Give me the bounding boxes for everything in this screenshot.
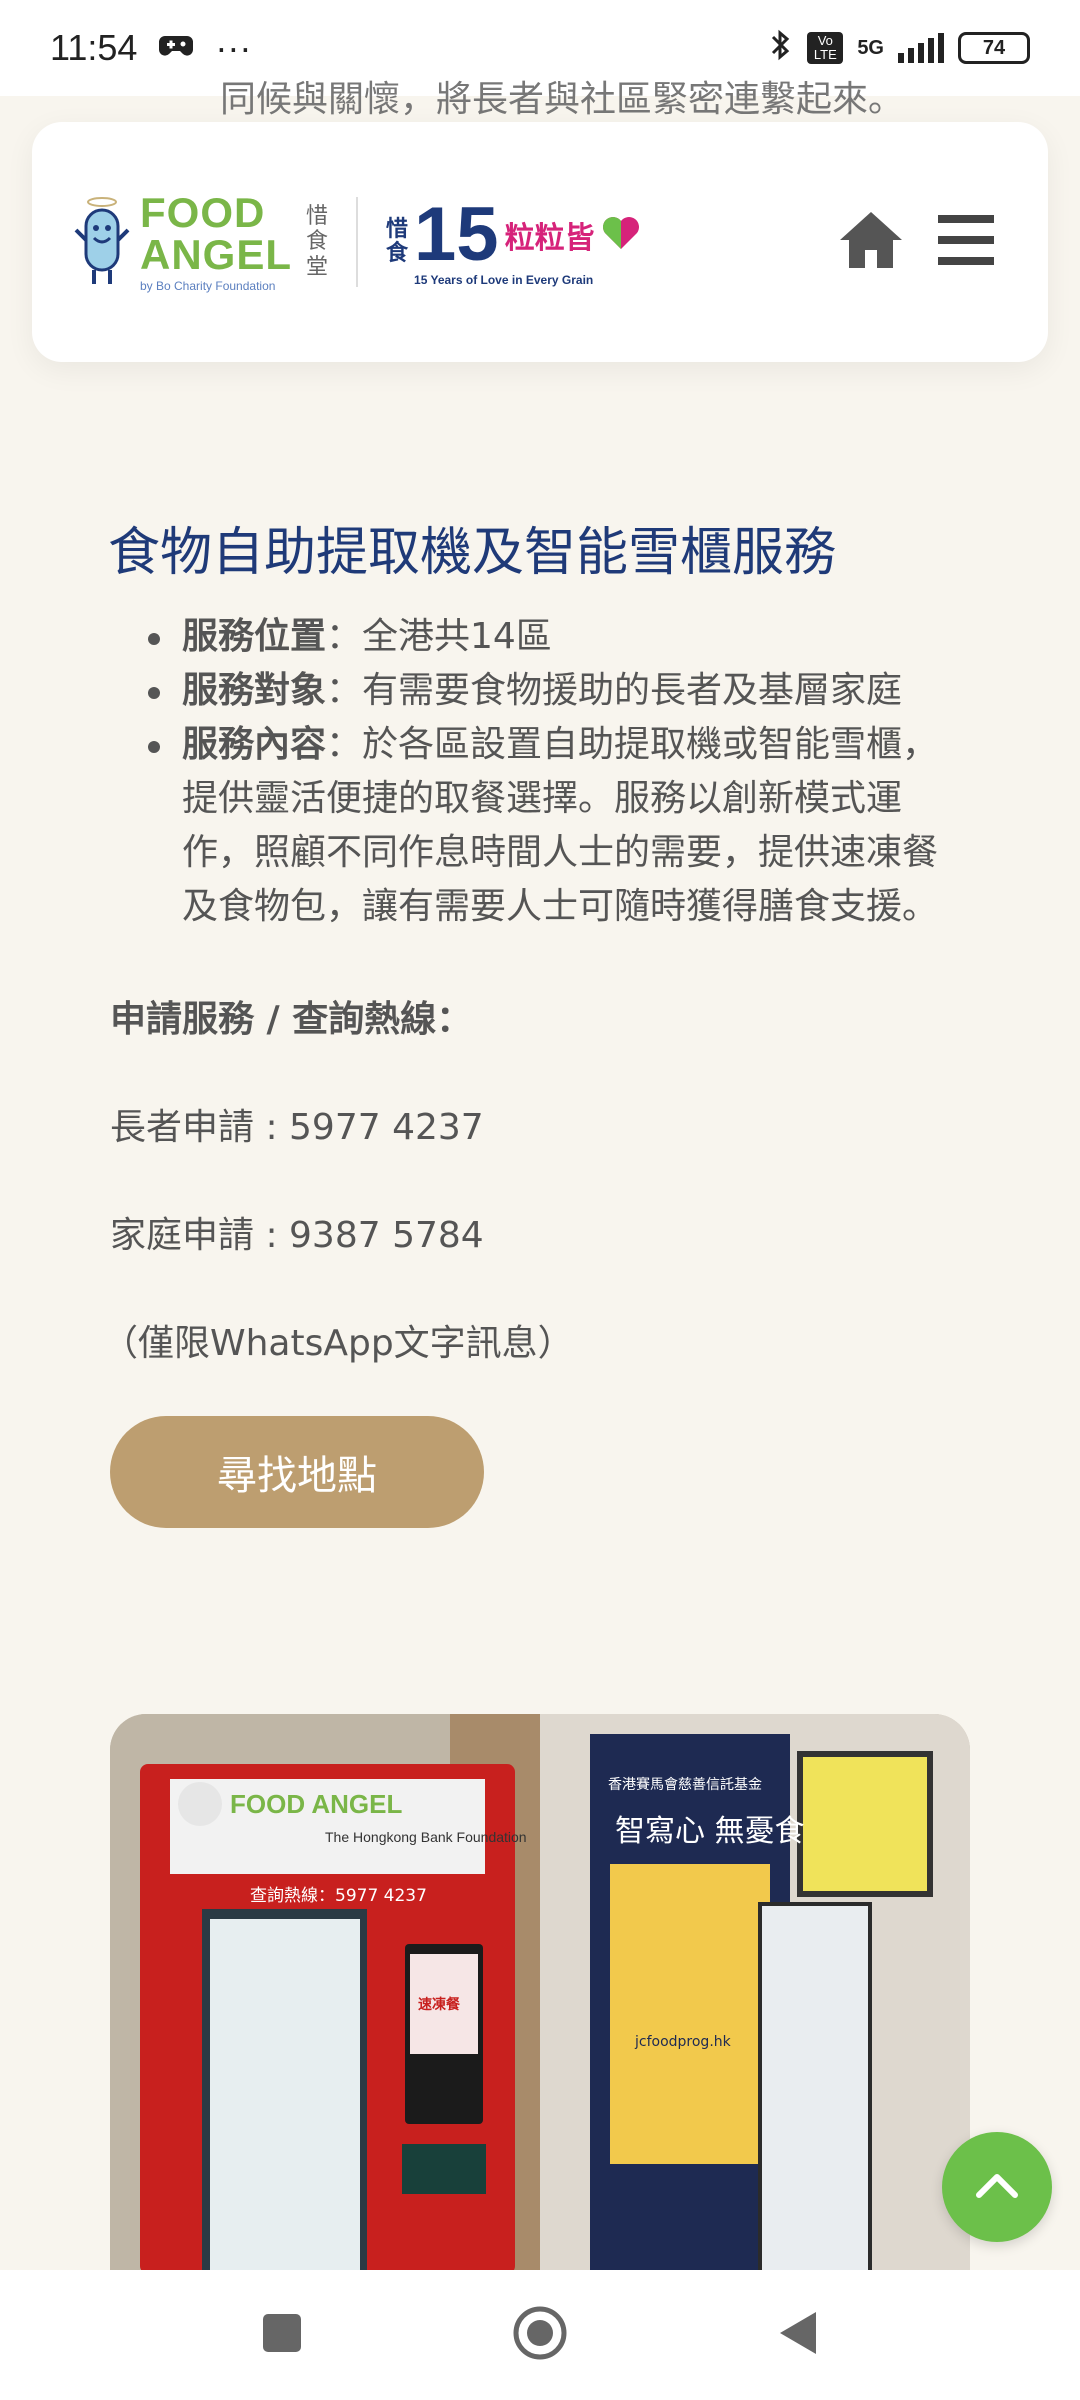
kiosk-title: 智寫心 無憂食 <box>615 1814 805 1849</box>
game-controller-icon <box>159 27 194 69</box>
hotline-title: 申請服務 / 查詢熱線： <box>110 998 473 1040</box>
battery-icon: 74 <box>958 32 1030 64</box>
anniversary-logo: 惜 食 15 粒粒皆 15 Years of Love in Every Gra… <box>386 197 641 287</box>
machine-screen: 速凍餐 <box>418 1997 460 2013</box>
info-list: 服務位置：全港共14區 服務對象：有需要食物援助的長者及基層家庭 服務內容：於各… <box>148 610 970 934</box>
find-location-button[interactable]: 尋找地點 <box>110 1415 484 1528</box>
menu-icon[interactable] <box>938 215 994 269</box>
network-type: 5G <box>857 37 884 59</box>
brand-cn: 惜 食 堂 <box>306 204 329 280</box>
food-angel-logo[interactable]: FOOD ANGEL by Bo Charity Foundation 惜 食 … <box>72 192 328 292</box>
kiosk-heading: 香港賽馬會慈善信託基金 <box>608 1777 762 1793</box>
system-nav-bar <box>0 2270 1080 2400</box>
home-icon[interactable] <box>838 210 904 274</box>
list-item-location: 服務位置：全港共14區 <box>148 610 970 664</box>
home-nav-icon[interactable] <box>512 2305 568 2365</box>
anniversary-words: 粒粒皆 <box>504 221 595 256</box>
elderly-hotline[interactable]: 長者申請 : 5977 4237 <box>110 1098 970 1150</box>
battery-level: 74 <box>982 36 1006 59</box>
machines-photo: FOOD ANGEL The Hongkong Bank Foundation … <box>110 1714 970 2274</box>
page-title: 食物自助提取機及智能雪櫃服務 <box>108 523 837 583</box>
machine-logo: FOOD ANGEL <box>230 1789 403 1819</box>
main-content: 食物自助提取機及智能雪櫃服務 服務位置：全港共14區 服務對象：有需要食物援助的… <box>102 520 970 1528</box>
status-time: 11:54 <box>50 27 138 68</box>
recent-apps-icon[interactable] <box>262 2313 302 2357</box>
anniversary-number: 15 <box>414 192 499 277</box>
brand-angel: ANGEL <box>140 231 292 278</box>
scrolled-text: 同候與關懷，將長者與社區緊密連繫起來。 <box>220 79 905 120</box>
bluetooth-icon <box>769 27 793 70</box>
family-hotline[interactable]: 家庭申請 : 9387 5784 <box>110 1206 970 1258</box>
signal-icon <box>898 33 944 63</box>
brand-food: FOOD <box>140 189 266 236</box>
list-item-target: 服務對象：有需要食物援助的長者及基層家庭 <box>148 664 970 718</box>
site-header: FOOD ANGEL by Bo Charity Foundation 惜 食 … <box>32 122 1048 362</box>
volte-icon: Vo LTE <box>807 31 844 65</box>
angel-mascot-icon <box>72 192 132 292</box>
kiosk-site: jcfoodprog.hk <box>635 2034 731 2050</box>
list-item-content: 服務內容：於各區設置自助提取機或智能雪櫃，提供靈活便捷的取餐選擇。服務以創新模式… <box>148 718 970 934</box>
brand-sub: by Bo Charity Foundation <box>140 279 276 293</box>
scroll-top-button[interactable] <box>942 2132 1052 2242</box>
more-notifications: ··· <box>215 27 252 68</box>
back-icon[interactable] <box>778 2310 818 2360</box>
logo-divider <box>356 197 359 287</box>
machine-hotline: 查詢熱線：5977 4237 <box>250 1886 427 1906</box>
anniversary-sub: 15 Years of Love in Every Grain <box>414 273 594 287</box>
chevron-up-icon <box>975 2171 1019 2203</box>
whatsapp-note: （僅限WhatsApp文字訊息） <box>102 1322 574 1364</box>
machine-bank: The Hongkong Bank Foundation <box>325 1829 527 1845</box>
heart-icon <box>601 215 641 255</box>
